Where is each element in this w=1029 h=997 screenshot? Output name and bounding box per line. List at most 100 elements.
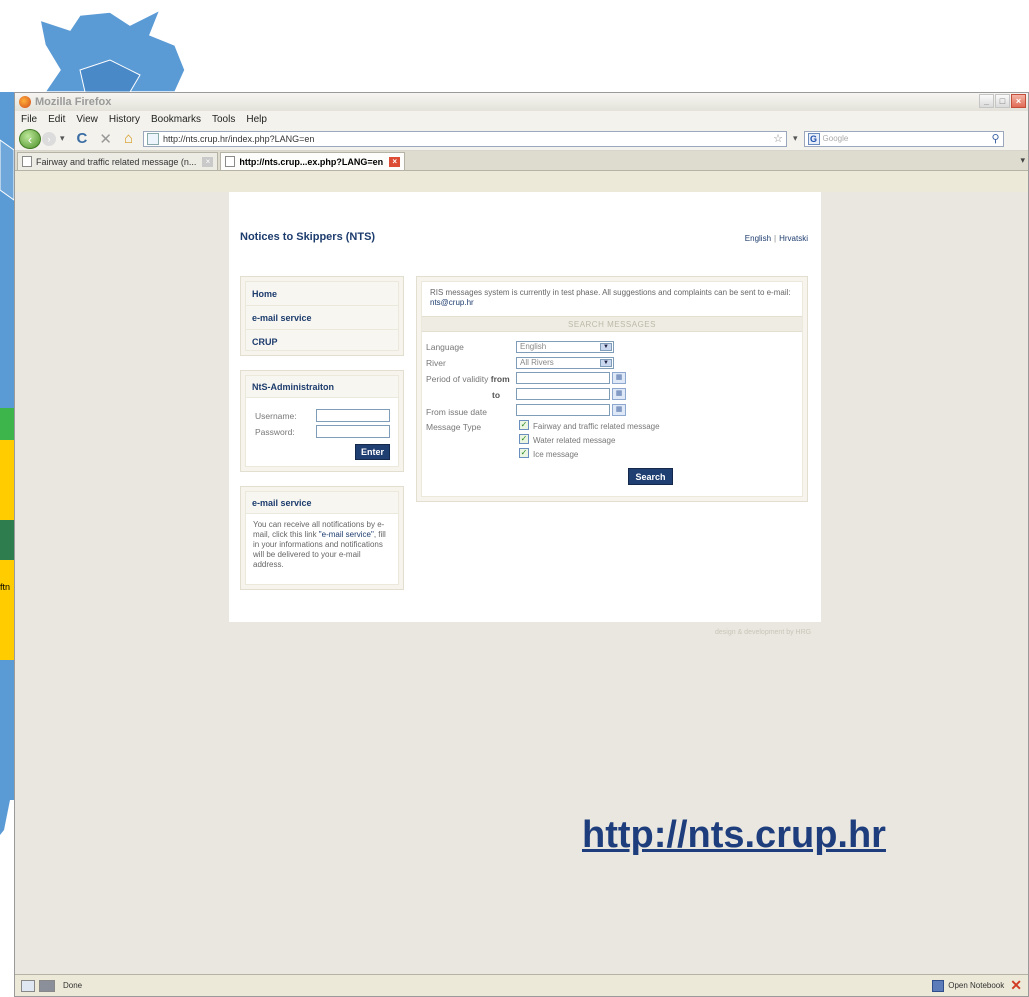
password-input[interactable] (316, 425, 390, 438)
admin-login-box: NtS-Administraiton Username: Password: E… (240, 370, 404, 472)
language-links: English | Hrvatski (744, 234, 808, 243)
username-input[interactable] (316, 409, 390, 422)
enter-button[interactable]: Enter (355, 444, 390, 460)
slide: ftn Mozilla Firefox _ □ × File Edit View… (0, 0, 1029, 997)
title-bar: Mozilla Firefox _ □ × (15, 93, 1028, 111)
tab-close-icon[interactable]: × (389, 156, 401, 167)
message-type-label: Message Type (426, 422, 482, 432)
email-service-text: You can receive all notifications by e-m… (253, 520, 386, 569)
url-dropdown-icon[interactable]: ▾ (793, 133, 798, 144)
password-label: Password: (255, 427, 295, 437)
menu-edit[interactable]: Edit (48, 114, 65, 125)
lang-english-link[interactable]: English (745, 234, 771, 243)
to-label: to (492, 390, 501, 400)
menu-history[interactable]: History (109, 114, 140, 125)
menu-view[interactable]: View (76, 114, 98, 125)
river-select[interactable]: All Rivers ▼ (516, 357, 614, 369)
home-icon[interactable]: ⌂ (124, 130, 133, 147)
calendar-icon[interactable]: ▦ (612, 404, 626, 416)
history-dropdown-icon[interactable]: ▾ (60, 133, 65, 144)
map-region-left-blue (0, 92, 14, 408)
status-icon-2 (39, 979, 55, 992)
page-icon (147, 132, 160, 145)
map-region-left-blue-4 (0, 800, 10, 835)
back-button[interactable]: ‹ (19, 128, 41, 149)
main-menu: Home e-mail service CRUP (240, 276, 404, 356)
tab-list-icon[interactable]: ▾ (1020, 155, 1025, 166)
username-label: Username: (255, 411, 297, 421)
admin-heading: NtS-Administraiton (246, 376, 398, 398)
language-label: Language (426, 342, 464, 352)
status-text: Done (63, 981, 83, 990)
menu-help[interactable]: Help (246, 114, 267, 125)
firefox-logo-icon (19, 96, 31, 108)
google-icon[interactable]: G (807, 132, 820, 145)
browser-content: Notices to Skippers (NTS) English | Hrvats… (15, 192, 1028, 975)
bookmark-star-icon[interactable]: ☆ (773, 132, 786, 145)
fairway-checkbox[interactable]: ✓ (519, 420, 529, 430)
map-label-fragment: ftn (0, 582, 11, 592)
issue-date-label: From issue date (426, 407, 487, 417)
menu-bookmarks[interactable]: Bookmarks (151, 114, 201, 125)
search-messages-heading: SEARCH MESSAGES (422, 316, 802, 332)
tab-page-icon (22, 156, 32, 167)
map-region-left-blue-3 (0, 660, 14, 800)
validity-to-input[interactable] (516, 388, 610, 400)
chevron-down-icon: ▼ (600, 343, 612, 351)
close-x-icon[interactable]: ✕ (1010, 977, 1022, 994)
url-bar[interactable]: http://nts.crup.hr/index.php?LANG=en ☆ (143, 130, 788, 147)
tab-fairway[interactable]: Fairway and traffic related message (n..… (17, 152, 219, 170)
tab-bar: Fairway and traffic related message (n..… (15, 151, 1028, 171)
calendar-icon[interactable]: ▦ (612, 388, 626, 400)
email-service-box: e-mail service You can receive all notif… (240, 486, 404, 590)
menu-tools[interactable]: Tools (212, 114, 235, 125)
map-region-left-darkgreen (0, 520, 14, 560)
email-service-link[interactable]: "e-mail service" (319, 530, 374, 539)
contact-email-link[interactable]: nts@crup.hr (430, 298, 474, 307)
water-checkbox-label: Water related message (533, 436, 616, 445)
forward-button[interactable]: › (42, 131, 56, 146)
search-button[interactable]: Search (628, 468, 673, 485)
navigation-toolbar: ‹ › ▾ C ✕ ⌂ http://nts.crup.hr/index.php… (15, 127, 1028, 151)
minimize-button[interactable]: _ (979, 94, 994, 108)
close-window-button[interactable]: × (1011, 94, 1026, 108)
water-checkbox[interactable]: ✓ (519, 434, 529, 444)
url-text: http://nts.crup.hr/index.php?LANG=en (163, 133, 315, 144)
search-magnifier-icon[interactable]: ⚲ (991, 132, 1002, 145)
tab-nts[interactable]: http://nts.crup...ex.php?LANG=en × (220, 152, 406, 170)
status-bar: Done Open Notebook ✕ (15, 974, 1028, 996)
validity-from-input[interactable] (516, 372, 610, 384)
lang-croatian-link[interactable]: Hrvatski (779, 234, 808, 243)
search-box[interactable]: G Google ⚲ (803, 130, 1004, 147)
window-title: Mozilla Firefox (35, 96, 112, 108)
email-service-heading: e-mail service (246, 492, 398, 514)
map-region-left-blue-2 (0, 139, 15, 201)
calendar-icon[interactable]: ▦ (612, 372, 626, 384)
stop-icon[interactable]: ✕ (99, 130, 112, 148)
issue-date-input[interactable] (516, 404, 610, 416)
tab-fairway-label: Fairway and traffic related message (n..… (36, 156, 197, 167)
chevron-down-icon: ▼ (600, 359, 612, 367)
notebook-icon (932, 979, 945, 992)
menu-link-email-service[interactable]: e-mail service (246, 306, 398, 330)
ice-checkbox[interactable]: ✓ (519, 448, 529, 458)
status-icon (21, 979, 35, 992)
notice-text: RIS messages system is currently in test… (430, 288, 791, 307)
validity-label: Period of validity from (426, 374, 510, 384)
menu-link-crup[interactable]: CRUP (246, 330, 398, 350)
nts-page: Notices to Skippers (NTS) English | Hrvats… (229, 192, 821, 622)
tab-nts-label: http://nts.crup...ex.php?LANG=en (239, 156, 384, 167)
maximize-button[interactable]: □ (995, 94, 1010, 108)
open-notebook-link[interactable]: Open Notebook (948, 981, 1004, 990)
fairway-checkbox-label: Fairway and traffic related message (533, 422, 660, 431)
river-label: River (426, 358, 446, 368)
menu-link-home[interactable]: Home (246, 282, 398, 306)
language-select[interactable]: English ▼ (516, 341, 614, 353)
ice-checkbox-label: Ice message (533, 450, 579, 459)
slide-url-link[interactable]: http://nts.crup.hr (582, 814, 886, 857)
tab-close-icon[interactable]: × (202, 156, 214, 167)
page-title: Notices to Skippers (NTS) (240, 231, 376, 243)
reload-icon[interactable]: C (77, 130, 88, 147)
menu-file[interactable]: File (21, 114, 37, 125)
map-region-left-green (0, 408, 14, 440)
